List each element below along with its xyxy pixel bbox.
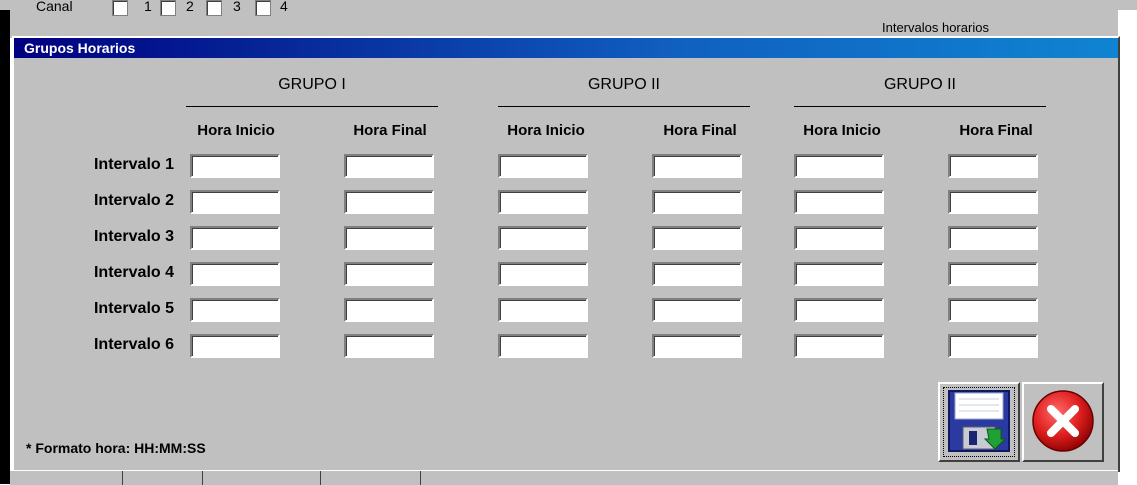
interval-6-group-1-end-input[interactable] [344,334,434,358]
interval-1-group-1-start-input[interactable] [190,154,280,178]
right-frame [1118,10,1137,484]
canal-option-1: 1 [144,0,152,14]
status-cell-2 [202,471,321,485]
row-label-2: Intervalo 2 [93,192,174,209]
canal-checkbox-2[interactable] [160,0,176,16]
interval-4-group-3-start-input[interactable] [794,262,884,286]
group-title-2: GRUPO II [587,76,660,93]
group-1-end-header: Hora Final [353,122,427,139]
interval-5-group-2-start-input[interactable] [498,298,588,322]
interval-2-group-2-start-input[interactable] [498,190,588,214]
group-2-start-header: Hora Inicio [507,122,585,139]
cancel-button[interactable] [1022,382,1104,462]
interval-3-group-2-end-input[interactable] [652,226,742,250]
interval-1-group-1-end-input[interactable] [344,154,434,178]
group-3-start-header: Hora Inicio [803,122,881,139]
interval-4-group-2-start-input[interactable] [498,262,588,286]
red-x-icon [1030,388,1096,457]
group-rule-3 [794,106,1046,107]
interval-3-group-1-end-input[interactable] [344,226,434,250]
interval-4-group-2-end-input[interactable] [652,262,742,286]
window-title: Grupos Horarios [24,40,136,56]
status-cell-3 [320,471,421,485]
interval-3-group-1-start-input[interactable] [190,226,280,250]
interval-6-group-2-end-input[interactable] [652,334,742,358]
interval-1-group-2-end-input[interactable] [652,154,742,178]
save-button[interactable] [938,382,1020,462]
interval-2-group-1-end-input[interactable] [344,190,434,214]
group-title-1: GRUPO I [278,76,346,93]
interval-4-group-1-end-input[interactable] [344,262,434,286]
interval-2-group-3-end-input[interactable] [948,190,1038,214]
interval-6-group-2-start-input[interactable] [498,334,588,358]
canal-option-2: 2 [186,0,194,14]
canal-option-4: 4 [280,0,288,14]
interval-1-group-3-end-input[interactable] [948,154,1038,178]
group-3-end-header: Hora Final [959,122,1033,139]
row-label-1: Intervalo 1 [93,156,174,173]
canal-checkbox-1[interactable] [112,0,128,16]
interval-6-group-3-end-input[interactable] [948,334,1038,358]
interval-6-group-3-start-input[interactable] [794,334,884,358]
interval-3-group-3-start-input[interactable] [794,226,884,250]
row-label-3: Intervalo 3 [93,228,174,245]
group-title-3: GRUPO II [883,76,956,93]
canal-option-3: 3 [233,0,241,14]
left-frame [0,10,10,484]
row-label-4: Intervalo 4 [93,264,174,281]
intervalos-caption: Intervalos horarios [882,20,989,35]
row-label-6: Intervalo 6 [93,336,174,353]
interval-5-group-1-end-input[interactable] [344,298,434,322]
canal-checkbox-3[interactable] [206,0,222,16]
row-label-5: Intervalo 5 [93,300,174,317]
interval-1-group-2-start-input[interactable] [498,154,588,178]
canal-checkbox-4[interactable] [255,0,271,16]
time-format-note: * Formato hora: HH:MM:SS [26,440,206,456]
group-2-end-header: Hora Final [663,122,737,139]
status-cell-1 [122,471,203,485]
interval-3-group-2-start-input[interactable] [498,226,588,250]
canal-label: Canal [36,0,73,14]
interval-6-group-1-start-input[interactable] [190,334,280,358]
group-rule-1 [186,106,438,107]
interval-1-group-3-start-input[interactable] [794,154,884,178]
interval-3-group-3-end-input[interactable] [948,226,1038,250]
interval-2-group-1-start-input[interactable] [190,190,280,214]
interval-5-group-2-end-input[interactable] [652,298,742,322]
grupos-horarios-window: Grupos Horarios GRUPO I GRUPO II GRUPO I… [12,36,1120,472]
interval-5-group-1-start-input[interactable] [190,298,280,322]
interval-5-group-3-end-input[interactable] [948,298,1038,322]
interval-2-group-2-end-input[interactable] [652,190,742,214]
interval-2-group-3-start-input[interactable] [794,190,884,214]
group-1-start-header: Hora Inicio [197,122,275,139]
status-cell-4 [420,471,821,485]
interval-4-group-1-start-input[interactable] [190,262,280,286]
interval-4-group-3-end-input[interactable] [948,262,1038,286]
window-title-bar: Grupos Horarios [14,38,1118,58]
interval-5-group-3-start-input[interactable] [794,298,884,322]
floppy-disk-icon [947,389,1011,456]
group-rule-2 [498,106,750,107]
bottom-status-strip [10,470,1118,485]
